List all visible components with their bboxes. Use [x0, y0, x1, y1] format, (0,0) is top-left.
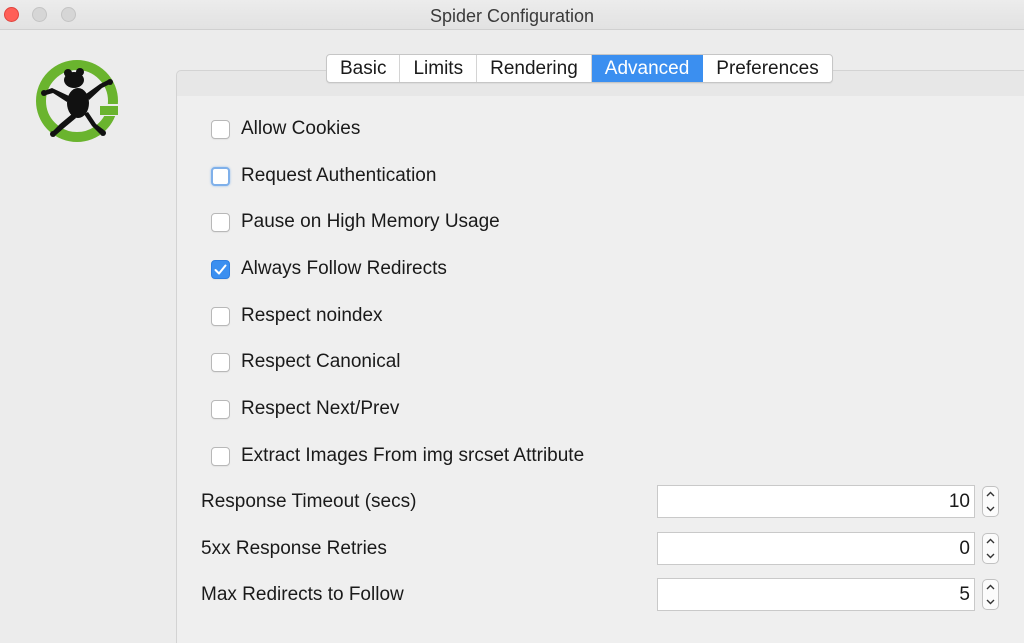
- chevron-up-icon: [986, 584, 995, 590]
- response-retries-input[interactable]: 0: [657, 532, 975, 565]
- checkbox-label: Extract Images From img srcset Attribute: [241, 445, 585, 466]
- checkbox-label: Respect Canonical: [241, 351, 401, 372]
- pause-high-memory-option[interactable]: Pause on High Memory Usage: [211, 210, 500, 234]
- window-title: Spider Configuration: [429, 6, 595, 26]
- chevron-down-icon: [986, 599, 995, 605]
- decrement-button[interactable]: [983, 549, 998, 564]
- tab-rendering[interactable]: Rendering: [477, 55, 592, 82]
- chevron-up-icon: [986, 538, 995, 544]
- response-retries-label: 5xx Response Retries: [201, 538, 387, 559]
- tab-basic[interactable]: Basic: [327, 55, 401, 82]
- chevron-up-icon: [986, 491, 995, 497]
- tab-bar: Basic Limits Rendering Advanced Preferen…: [326, 54, 833, 83]
- always-follow-redirects-option[interactable]: Always Follow Redirects: [211, 257, 447, 281]
- respect-noindex-option[interactable]: Respect noindex: [211, 304, 383, 328]
- response-timeout-label: Response Timeout (secs): [201, 491, 417, 512]
- request-authentication-option[interactable]: Request Authentication: [211, 164, 436, 188]
- pause-high-memory-checkbox[interactable]: [211, 212, 230, 232]
- checkbox-label: Request Authentication: [241, 165, 437, 186]
- max-redirects-stepper[interactable]: [982, 579, 999, 610]
- checkbox-label: Respect Next/Prev: [241, 398, 400, 419]
- checkbox-label: Respect noindex: [241, 305, 383, 326]
- extract-srcset-images-checkbox[interactable]: [211, 446, 230, 466]
- response-timeout-stepper[interactable]: [982, 486, 999, 517]
- tab-advanced[interactable]: Advanced: [591, 55, 704, 82]
- allow-cookies-checkbox[interactable]: [211, 119, 230, 139]
- decrement-button[interactable]: [983, 595, 998, 610]
- respect-noindex-checkbox[interactable]: [211, 306, 230, 326]
- max-redirects-label: Max Redirects to Follow: [201, 584, 404, 605]
- always-follow-redirects-checkbox[interactable]: [211, 259, 230, 279]
- checkbox-label: Always Follow Redirects: [241, 258, 447, 279]
- increment-button[interactable]: [983, 487, 998, 502]
- respect-next-prev-option[interactable]: Respect Next/Prev: [211, 397, 399, 421]
- tab-preferences[interactable]: Preferences: [703, 55, 831, 82]
- frog-logo-icon: [34, 58, 120, 144]
- increment-button[interactable]: [983, 580, 998, 595]
- checkbox-label: Allow Cookies: [241, 118, 361, 139]
- respect-next-prev-checkbox[interactable]: [211, 399, 230, 419]
- increment-button[interactable]: [983, 534, 998, 549]
- respect-canonical-checkbox[interactable]: [211, 352, 230, 372]
- extract-srcset-images-option[interactable]: Extract Images From img srcset Attribute: [211, 444, 584, 468]
- response-timeout-input[interactable]: 10: [657, 485, 975, 518]
- chevron-down-icon: [986, 506, 995, 512]
- decrement-button[interactable]: [983, 502, 998, 517]
- tab-limits[interactable]: Limits: [400, 55, 478, 82]
- checkbox-label: Pause on High Memory Usage: [241, 211, 500, 232]
- chevron-down-icon: [986, 553, 995, 559]
- title-bar: Spider Configuration: [0, 0, 1024, 30]
- response-retries-stepper[interactable]: [982, 533, 999, 564]
- checkmark-icon: [214, 264, 227, 274]
- max-redirects-input[interactable]: 5: [657, 578, 975, 611]
- allow-cookies-option[interactable]: Allow Cookies: [211, 117, 360, 141]
- respect-canonical-option[interactable]: Respect Canonical: [211, 350, 400, 374]
- request-authentication-checkbox[interactable]: [211, 166, 230, 186]
